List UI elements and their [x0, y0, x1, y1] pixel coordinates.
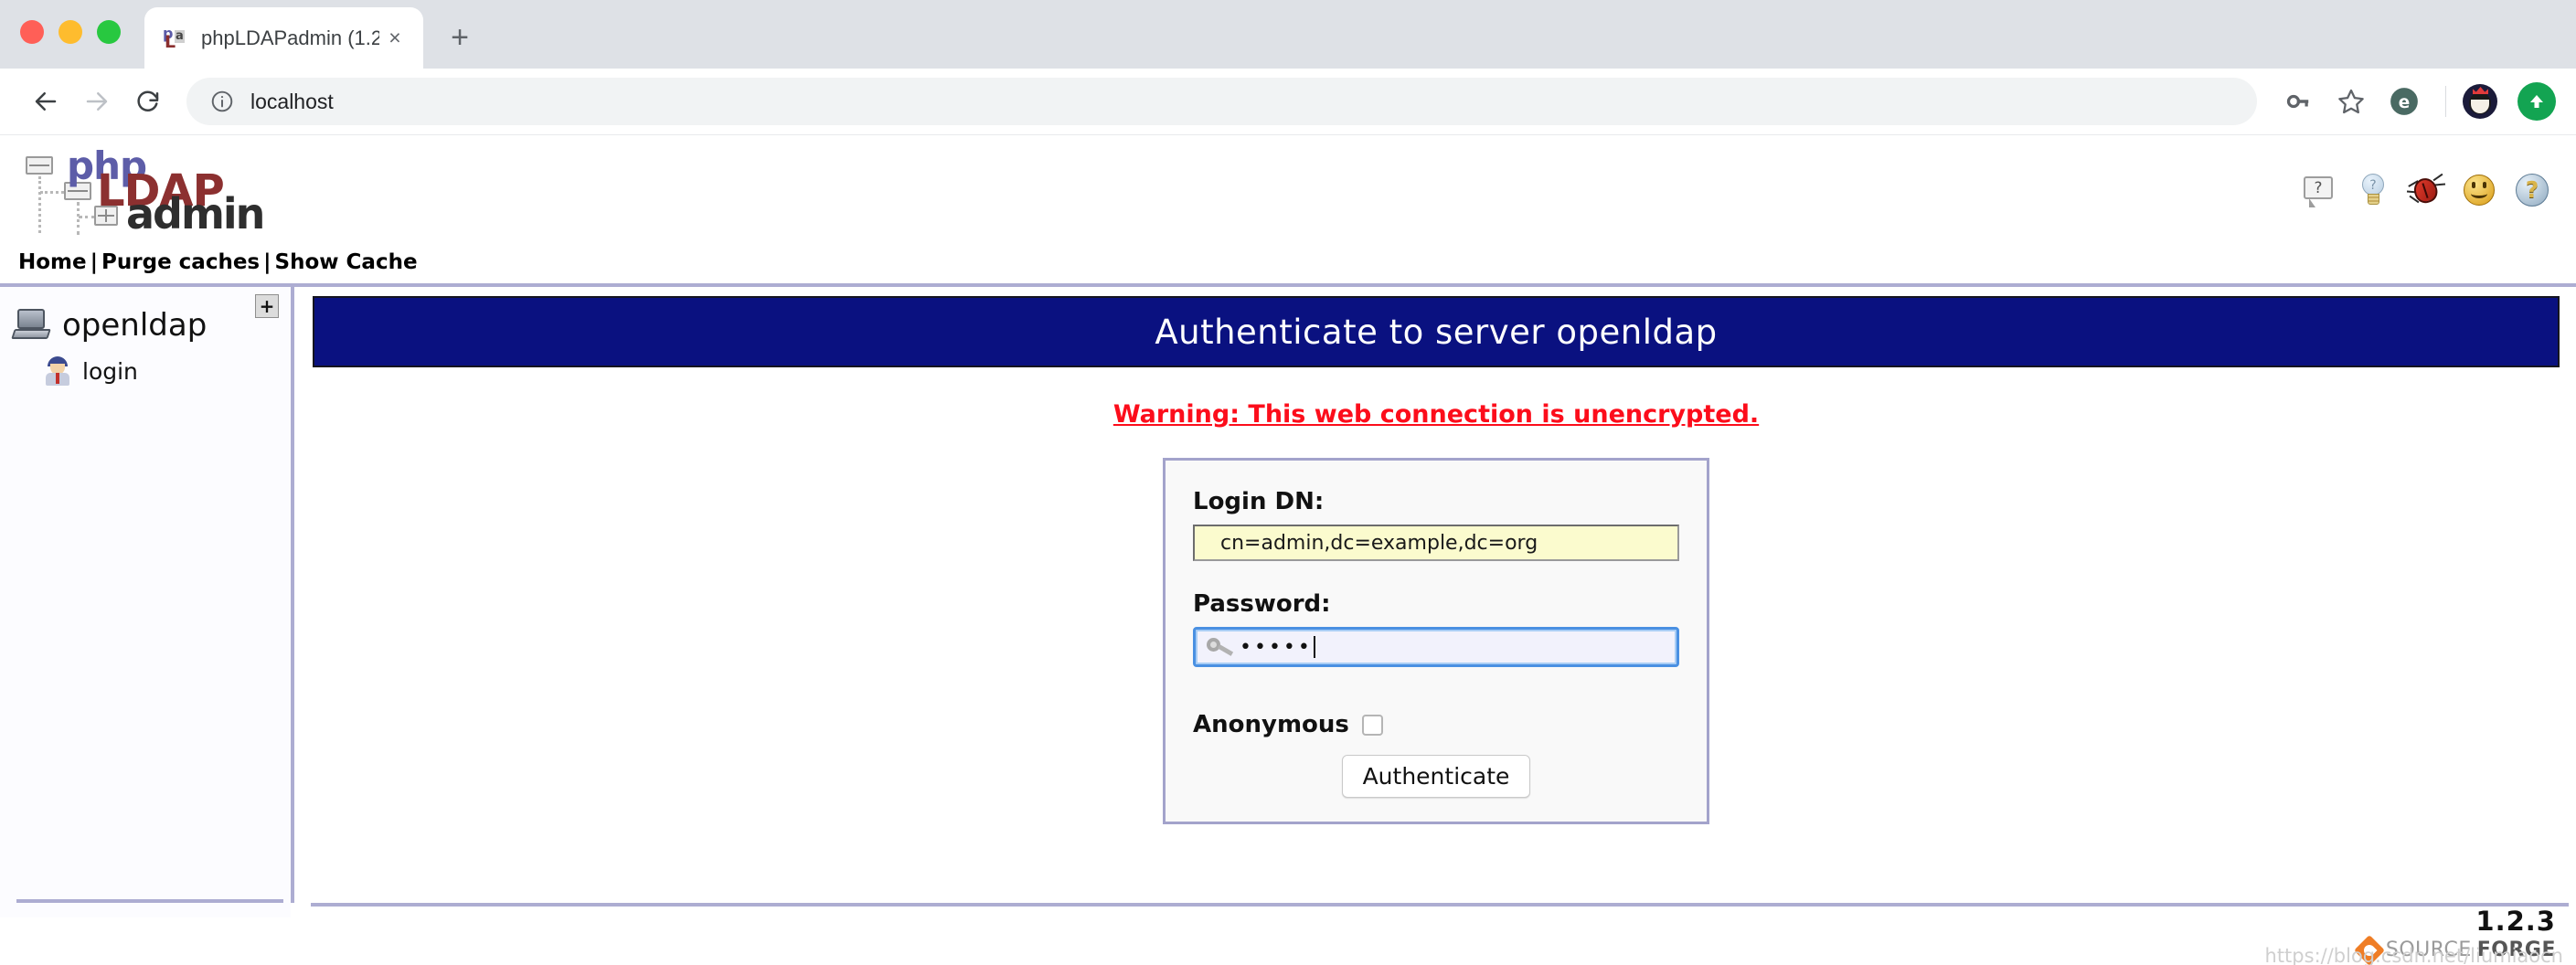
window-controls	[20, 20, 121, 44]
unencrypted-warning: Warning: This web connection is unencryp…	[1112, 400, 1760, 429]
nav-show-cache-link[interactable]: Show Cache	[275, 250, 418, 274]
login-dn-input[interactable]: cn=admin,dc=example,dc=org	[1193, 525, 1679, 561]
close-tab-icon[interactable]: ×	[379, 23, 410, 54]
forward-icon[interactable]	[71, 76, 122, 127]
app-nav-bar: Home | Purge caches | Show Cache	[0, 245, 2576, 283]
sidebar-login-label: login	[82, 357, 138, 385]
site-info-icon[interactable]	[208, 88, 236, 115]
sidebar-server-label: openldap	[62, 307, 208, 344]
browser-tab[interactable]: p L a phpLDAPadmin (1.2.3) - ×	[144, 7, 423, 69]
key-icon	[1207, 638, 1234, 656]
expand-tree-button[interactable]: +	[255, 294, 279, 318]
smiley-feedback-icon[interactable]	[2461, 172, 2497, 208]
maximize-window-button[interactable]	[97, 20, 121, 44]
report-bug-icon[interactable]	[2406, 172, 2446, 208]
help-question-icon[interactable]: ?	[2514, 172, 2550, 208]
header-icon-bar: ? ? ?	[2302, 172, 2556, 208]
upload-icon[interactable]	[2517, 82, 2556, 121]
app-header: php LDAP admin ? ? ?	[0, 135, 2576, 245]
lightbulb-hint-icon[interactable]: ?	[2355, 172, 2391, 208]
close-window-button[interactable]	[20, 20, 44, 44]
main-content: Authenticate to server openldap Warning:…	[294, 287, 2576, 917]
sidebar-bottom-divider	[16, 899, 283, 903]
anonymous-label: Anonymous	[1193, 711, 1349, 738]
logo-admin-text: admin	[126, 189, 265, 239]
new-tab-button[interactable]: +	[438, 16, 482, 59]
help-question-glyph: ?	[2525, 176, 2539, 203]
phpldapadmin-logo: php LDAP admin	[16, 145, 265, 235]
svg-text:e: e	[2399, 93, 2410, 112]
sidebar-item-login[interactable]: login	[0, 344, 291, 386]
toolbar-actions: e	[2273, 77, 2556, 126]
tooltip-balloon-icon[interactable]: ?	[2302, 172, 2338, 208]
bookmark-star-icon[interactable]	[2326, 77, 2376, 126]
favicon-a-letter: a	[175, 28, 185, 43]
phpldapadmin-favicon: p L a	[163, 26, 188, 51]
password-label: Password:	[1193, 590, 1331, 618]
anonymous-row: Anonymous	[1193, 711, 1679, 738]
nav-purge-caches-link[interactable]: Purge caches	[101, 250, 260, 274]
authenticate-banner: Authenticate to server openldap	[313, 296, 2560, 367]
tab-strip: p L a phpLDAPadmin (1.2.3) - × +	[0, 0, 2576, 69]
balloon-question-glyph: ?	[2304, 176, 2333, 199]
toolbar-divider	[2445, 86, 2446, 117]
nav-separator: |	[263, 250, 271, 274]
user-person-icon	[44, 356, 71, 386]
address-bar[interactable]: localhost	[186, 78, 2257, 125]
nav-separator: |	[90, 250, 99, 274]
bulb-question-glyph: ?	[2362, 174, 2384, 196]
text-cursor	[1313, 636, 1315, 658]
profile-avatar[interactable]	[2463, 84, 2497, 119]
reload-icon[interactable]	[122, 76, 174, 127]
server-computer-icon	[11, 309, 51, 342]
browser-window: p L a phpLDAPadmin (1.2.3) - × + localho…	[0, 0, 2576, 965]
watermark-url: https://blog.csdn.net/liumiaocn	[2264, 945, 2563, 965]
content-bottom-divider	[311, 903, 2569, 907]
login-form: Login DN: cn=admin,dc=example,dc=org Pas…	[1163, 458, 1709, 824]
body-area: + openldap login Authenticate to server …	[0, 287, 2576, 917]
version-label: 1.2.3	[2475, 906, 2556, 937]
login-dn-label: Login DN:	[1193, 488, 1325, 515]
extension-icon[interactable]: e	[2379, 77, 2429, 126]
logo-node-icon	[26, 156, 53, 175]
authenticate-button[interactable]: Authenticate	[1341, 755, 1531, 798]
url-text: localhost	[250, 89, 334, 113]
sidebar-tree: + openldap login	[0, 287, 291, 917]
tab-title: phpLDAPadmin (1.2.3) -	[201, 26, 379, 49]
password-input[interactable]: •••••	[1193, 627, 1679, 667]
anonymous-checkbox[interactable]	[1361, 714, 1383, 736]
authenticate-row: Authenticate	[1193, 755, 1679, 798]
minimize-window-button[interactable]	[59, 20, 82, 44]
password-key-icon[interactable]	[2273, 77, 2323, 126]
browser-toolbar: localhost e	[0, 69, 2576, 135]
back-icon[interactable]	[20, 76, 71, 127]
sidebar-item-openldap[interactable]: openldap	[0, 300, 291, 344]
nav-home-link[interactable]: Home	[18, 250, 87, 274]
password-masked-value: •••••	[1240, 635, 1313, 659]
page-content: php LDAP admin ? ? ? Home | Purge caches…	[0, 135, 2576, 965]
